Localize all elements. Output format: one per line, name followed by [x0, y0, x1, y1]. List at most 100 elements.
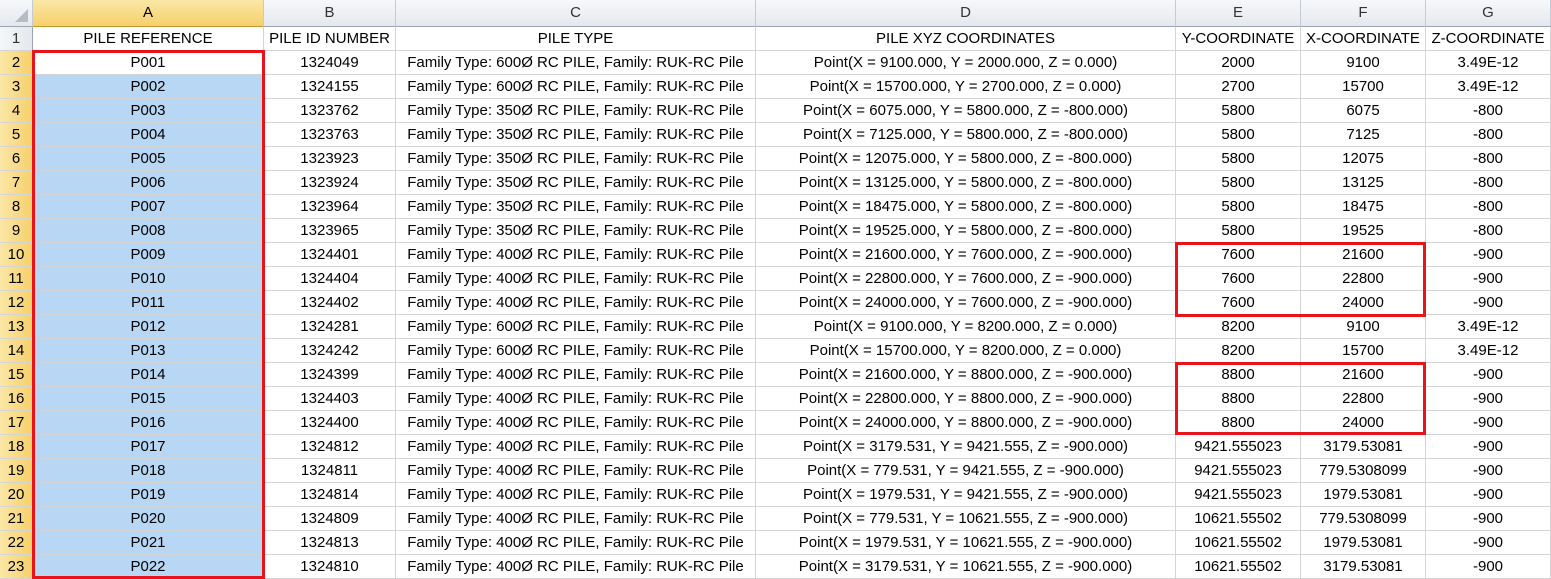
cell-a8[interactable]: P007 [33, 195, 264, 219]
cell-d3[interactable]: Point(X = 15700.000, Y = 2700.000, Z = 0… [756, 75, 1176, 99]
cell-d10[interactable]: Point(X = 21600.000, Y = 7600.000, Z = -… [756, 243, 1176, 267]
cell-f16[interactable]: 22800 [1301, 387, 1426, 411]
cell-d21[interactable]: Point(X = 779.531, Y = 10621.555, Z = -9… [756, 507, 1176, 531]
row-header-11[interactable]: 11 [0, 267, 33, 291]
cell-c19[interactable]: Family Type: 400Ø RC PILE, Family: RUK-R… [396, 459, 756, 483]
cell-b19[interactable]: 1324811 [264, 459, 396, 483]
cell-b13[interactable]: 1324281 [264, 315, 396, 339]
cell-e23[interactable]: 10621.55502 [1176, 555, 1301, 579]
row-header-18[interactable]: 18 [0, 435, 33, 459]
cell-c11[interactable]: Family Type: 400Ø RC PILE, Family: RUK-R… [396, 267, 756, 291]
cell-e19[interactable]: 9421.555023 [1176, 459, 1301, 483]
cell-d16[interactable]: Point(X = 22800.000, Y = 8800.000, Z = -… [756, 387, 1176, 411]
row-header-2[interactable]: 2 [0, 51, 33, 75]
cell-f8[interactable]: 18475 [1301, 195, 1426, 219]
cell-f18[interactable]: 3179.53081 [1301, 435, 1426, 459]
cell-d20[interactable]: Point(X = 1979.531, Y = 9421.555, Z = -9… [756, 483, 1176, 507]
row-header-5[interactable]: 5 [0, 123, 33, 147]
cell-b2[interactable]: 1324049 [264, 51, 396, 75]
cell-b10[interactable]: 1324401 [264, 243, 396, 267]
cell-c16[interactable]: Family Type: 400Ø RC PILE, Family: RUK-R… [396, 387, 756, 411]
cell-f22[interactable]: 1979.53081 [1301, 531, 1426, 555]
cell-c18[interactable]: Family Type: 400Ø RC PILE, Family: RUK-R… [396, 435, 756, 459]
cell-g6[interactable]: -800 [1426, 147, 1551, 171]
cell-c21[interactable]: Family Type: 400Ø RC PILE, Family: RUK-R… [396, 507, 756, 531]
row-header-14[interactable]: 14 [0, 339, 33, 363]
cell-b20[interactable]: 1324814 [264, 483, 396, 507]
cell-a21[interactable]: P020 [33, 507, 264, 531]
cell-a6[interactable]: P005 [33, 147, 264, 171]
cell-c7[interactable]: Family Type: 350Ø RC PILE, Family: RUK-R… [396, 171, 756, 195]
row-header-6[interactable]: 6 [0, 147, 33, 171]
cell-e8[interactable]: 5800 [1176, 195, 1301, 219]
cell-a18[interactable]: P017 [33, 435, 264, 459]
row-header-9[interactable]: 9 [0, 219, 33, 243]
cell-d12[interactable]: Point(X = 24000.000, Y = 7600.000, Z = -… [756, 291, 1176, 315]
cell-f3[interactable]: 15700 [1301, 75, 1426, 99]
cell-a13[interactable]: P012 [33, 315, 264, 339]
cell-f4[interactable]: 6075 [1301, 99, 1426, 123]
cell-a23[interactable]: P022 [33, 555, 264, 579]
cell-b7[interactable]: 1323924 [264, 171, 396, 195]
cell-f6[interactable]: 12075 [1301, 147, 1426, 171]
cell-a22[interactable]: P021 [33, 531, 264, 555]
column-header-a[interactable]: A [33, 0, 264, 27]
cell-c9[interactable]: Family Type: 350Ø RC PILE, Family: RUK-R… [396, 219, 756, 243]
cell-g17[interactable]: -900 [1426, 411, 1551, 435]
cell-d2[interactable]: Point(X = 9100.000, Y = 2000.000, Z = 0.… [756, 51, 1176, 75]
cell-a14[interactable]: P013 [33, 339, 264, 363]
cell-f2[interactable]: 9100 [1301, 51, 1426, 75]
row-header-7[interactable]: 7 [0, 171, 33, 195]
cell-c2[interactable]: Family Type: 600Ø RC PILE, Family: RUK-R… [396, 51, 756, 75]
cell-d11[interactable]: Point(X = 22800.000, Y = 7600.000, Z = -… [756, 267, 1176, 291]
cell-c10[interactable]: Family Type: 400Ø RC PILE, Family: RUK-R… [396, 243, 756, 267]
select-all-corner[interactable] [0, 0, 33, 27]
cell-d8[interactable]: Point(X = 18475.000, Y = 5800.000, Z = -… [756, 195, 1176, 219]
cell-g23[interactable]: -900 [1426, 555, 1551, 579]
cell-g5[interactable]: -800 [1426, 123, 1551, 147]
cell-c14[interactable]: Family Type: 600Ø RC PILE, Family: RUK-R… [396, 339, 756, 363]
cell-c12[interactable]: Family Type: 400Ø RC PILE, Family: RUK-R… [396, 291, 756, 315]
cell-d7[interactable]: Point(X = 13125.000, Y = 5800.000, Z = -… [756, 171, 1176, 195]
cell-g3[interactable]: 3.49E-12 [1426, 75, 1551, 99]
cell-c20[interactable]: Family Type: 400Ø RC PILE, Family: RUK-R… [396, 483, 756, 507]
row-header-1[interactable]: 1 [0, 27, 33, 51]
cell-g8[interactable]: -800 [1426, 195, 1551, 219]
row-header-15[interactable]: 15 [0, 363, 33, 387]
column-header-d[interactable]: D [756, 0, 1176, 27]
cell-e12[interactable]: 7600 [1176, 291, 1301, 315]
cell-b6[interactable]: 1323923 [264, 147, 396, 171]
cell-a20[interactable]: P019 [33, 483, 264, 507]
row-header-16[interactable]: 16 [0, 387, 33, 411]
cell-g19[interactable]: -900 [1426, 459, 1551, 483]
cell-c4[interactable]: Family Type: 350Ø RC PILE, Family: RUK-R… [396, 99, 756, 123]
header-cell-f[interactable]: X-COORDINATE [1301, 27, 1426, 51]
cell-f20[interactable]: 1979.53081 [1301, 483, 1426, 507]
cell-c5[interactable]: Family Type: 350Ø RC PILE, Family: RUK-R… [396, 123, 756, 147]
cell-b9[interactable]: 1323965 [264, 219, 396, 243]
cell-b18[interactable]: 1324812 [264, 435, 396, 459]
header-cell-b[interactable]: PILE ID NUMBER [264, 27, 396, 51]
cell-g2[interactable]: 3.49E-12 [1426, 51, 1551, 75]
cell-d15[interactable]: Point(X = 21600.000, Y = 8800.000, Z = -… [756, 363, 1176, 387]
cell-a4[interactable]: P003 [33, 99, 264, 123]
row-header-13[interactable]: 13 [0, 315, 33, 339]
row-header-22[interactable]: 22 [0, 531, 33, 555]
cell-f5[interactable]: 7125 [1301, 123, 1426, 147]
cell-b21[interactable]: 1324809 [264, 507, 396, 531]
cell-b12[interactable]: 1324402 [264, 291, 396, 315]
cell-b3[interactable]: 1324155 [264, 75, 396, 99]
row-header-8[interactable]: 8 [0, 195, 33, 219]
cell-e3[interactable]: 2700 [1176, 75, 1301, 99]
cell-d9[interactable]: Point(X = 19525.000, Y = 5800.000, Z = -… [756, 219, 1176, 243]
cell-a9[interactable]: P008 [33, 219, 264, 243]
cell-f10[interactable]: 21600 [1301, 243, 1426, 267]
row-header-19[interactable]: 19 [0, 459, 33, 483]
cell-e5[interactable]: 5800 [1176, 123, 1301, 147]
cell-d5[interactable]: Point(X = 7125.000, Y = 5800.000, Z = -8… [756, 123, 1176, 147]
cell-e18[interactable]: 9421.555023 [1176, 435, 1301, 459]
cell-g14[interactable]: 3.49E-12 [1426, 339, 1551, 363]
cell-a3[interactable]: P002 [33, 75, 264, 99]
cell-e9[interactable]: 5800 [1176, 219, 1301, 243]
cell-a2[interactable]: P001 [33, 51, 264, 75]
